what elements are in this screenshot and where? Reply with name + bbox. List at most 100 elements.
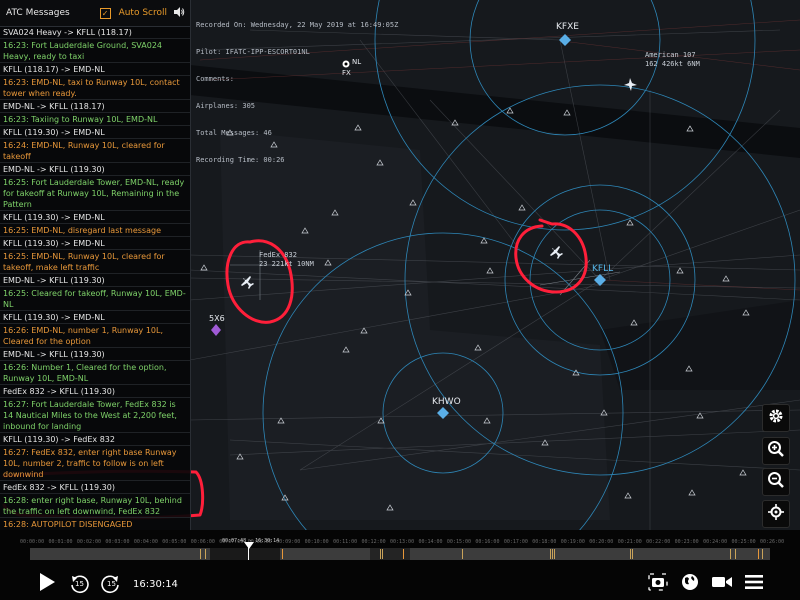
timeline-event-marker[interactable] <box>205 549 206 559</box>
atc-message: FedEx 832 -> KFLL (119.30) <box>0 385 190 398</box>
current-time: 16:30:14 <box>133 579 178 590</box>
timeline-event-marker[interactable] <box>735 549 736 559</box>
skip-back-button[interactable]: 15 <box>68 572 90 596</box>
timeline-tick-label: 00:17:00 <box>503 539 528 545</box>
atc-message: 16:25: EMD-NL, Runway 10L, cleared for t… <box>0 250 190 274</box>
atc-panel-title: ATC Messages <box>6 8 70 18</box>
atc-message: EMD-NL -> KFLL (119.30) <box>0 274 190 287</box>
auto-scroll-label: Auto Scroll <box>118 8 167 18</box>
globe-button[interactable] <box>678 572 702 596</box>
timeline-played-segment <box>210 548 280 560</box>
atc-message: 16:23: EMD-NL, taxi to Runway 10L, conta… <box>0 76 190 100</box>
timeline-event-marker[interactable] <box>550 549 551 559</box>
timeline-event-marker[interactable] <box>758 549 759 559</box>
hamburger-menu-icon <box>744 574 764 594</box>
skip-forward-15-icon: 15 <box>101 574 121 594</box>
timeline-tick-label: 00:03:00 <box>105 539 130 545</box>
atc-message-list[interactable]: SVA024 Heavy -> KFLL (118.17) 16:23: Fort… <box>0 26 190 530</box>
timeline-tick-label: 00:01:00 <box>48 539 73 545</box>
american-107-callsign: American 107 <box>645 51 696 59</box>
timeline-tick-label: 00:06:00 <box>190 539 215 545</box>
recenter-button[interactable] <box>762 500 790 528</box>
skip-back-label: 15 <box>75 580 84 588</box>
timeline-tick-label: 00:09:00 <box>276 539 301 545</box>
atc-message: EMD-NL -> KFLL (119.30) <box>0 163 190 176</box>
atc-message: KFLL (119.30) -> EMD-NL <box>0 237 190 250</box>
timeline-tick-label: 00:20:00 <box>589 539 614 545</box>
atc-message: 16:26: Number 1, Cleared for the option,… <box>0 361 190 385</box>
rec-recorded-on: Recorded On: Wednesday, 22 May 2019 at 1… <box>196 21 399 29</box>
timeline-event-marker[interactable] <box>282 549 283 559</box>
timeline-event-marker[interactable] <box>552 549 553 559</box>
video-button[interactable] <box>710 572 734 596</box>
nl-label: NL <box>352 58 362 66</box>
timeline-tick-label: 00:18:00 <box>532 539 557 545</box>
rec-comments: Comments: <box>196 75 234 83</box>
timeline-tick-label: 00:11:00 <box>333 539 358 545</box>
play-button[interactable] <box>36 572 58 596</box>
atc-message: 16:25: EMD-NL, disregard last message <box>0 224 190 237</box>
atc-message: 16:23: Fort Lauderdale Ground, SVA024 He… <box>0 39 190 63</box>
zoom-in-button[interactable] <box>762 437 790 465</box>
american-107-data: 162 426kt 6NM <box>645 60 700 68</box>
timeline-tick-label: 00:23:00 <box>674 539 699 545</box>
timeline-event-marker[interactable] <box>730 549 731 559</box>
timeline-event-marker[interactable] <box>403 549 404 559</box>
atc-message: EMD-NL -> KFLL (119.30) <box>0 348 190 361</box>
settings-button[interactable] <box>762 404 790 432</box>
timeline-event-marker[interactable] <box>554 549 555 559</box>
timeline-tick-label: 00:26:00 <box>760 539 785 545</box>
timeline-event-marker[interactable] <box>462 549 463 559</box>
screenshot-button[interactable] <box>646 572 670 596</box>
atc-message: 16:25: Fort Lauderdale Tower, EMD-NL, re… <box>0 176 190 211</box>
kfxe-label: KFXE <box>556 22 579 32</box>
atc-message: KFLL (119.30) -> FedEx 832 <box>0 433 190 446</box>
timeline-tick-label: 00:24:00 <box>703 539 728 545</box>
reporting-point-label: 5X6 <box>209 314 225 323</box>
atc-messages-panel: ATC Messages ✓ Auto Scroll SVA024 Heavy … <box>0 0 191 530</box>
timeline-tick-label: 00:10:00 <box>304 539 329 545</box>
timeline-tick-label: 00:22:00 <box>646 539 671 545</box>
timeline-event-marker[interactable] <box>630 549 631 559</box>
timeline-gap-segment <box>370 548 410 560</box>
video-camera-icon <box>711 574 733 594</box>
camera-icon <box>648 573 668 595</box>
auto-scroll-toggle[interactable]: ✓ Auto Scroll <box>99 7 167 19</box>
timeline-event-marker[interactable] <box>762 549 763 559</box>
timeline-tick-label: 00:05:00 <box>162 539 187 545</box>
timeline-tick-label: 00:25:00 <box>731 539 756 545</box>
timeline-tick-label: 00:04:00 <box>133 539 158 545</box>
timeline-tick-labels: 00:00:00 00:01:00 00:02:00 00:03:00 00:04:00… <box>20 539 784 547</box>
auto-scroll-checkbox[interactable]: ✓ <box>99 7 111 19</box>
skip-forward-label: 15 <box>107 580 116 588</box>
timeline-event-marker[interactable] <box>382 549 383 559</box>
menu-button[interactable] <box>742 572 766 596</box>
atc-message: 16:26: EMD-NL, number 1, Runway 10L, Cle… <box>0 324 190 348</box>
khwo-label: KHWO <box>432 397 461 407</box>
fx-label: FX <box>342 69 351 77</box>
zoom-out-button[interactable] <box>762 468 790 496</box>
fedex-832-data: 23 221kt 10NM <box>259 260 314 268</box>
atc-message: 16:24: EMD-NL, Runway 10L, cleared for t… <box>0 139 190 163</box>
speaker-icon[interactable] <box>173 6 185 20</box>
replay-timeline: 00:00:00 00:01:00 00:02:00 00:03:00 00:04:00… <box>0 530 800 600</box>
timeline-event-marker[interactable] <box>632 549 633 559</box>
atc-message: 16:23: Taxiing to Runway 10L, EMD-NL <box>0 113 190 126</box>
gear-icon <box>767 407 785 429</box>
atc-message: KFLL (119.30) -> EMD-NL <box>0 211 190 224</box>
skip-back-15-icon: 15 <box>69 574 89 594</box>
timeline-event-marker[interactable] <box>200 549 201 559</box>
timeline-tick-label: 00:13:00 <box>390 539 415 545</box>
globe-icon <box>680 572 700 596</box>
zoom-out-icon <box>767 471 785 493</box>
atc-message: EMD-NL -> KFLL (118.17) <box>0 100 190 113</box>
atc-message: KFLL (119.30) -> EMD-NL <box>0 311 190 324</box>
timeline-track[interactable] <box>30 548 770 560</box>
timeline-tick-label: 00:16:00 <box>475 539 500 545</box>
timeline-event-marker[interactable] <box>380 549 381 559</box>
skip-forward-button[interactable]: 15 <box>100 572 122 596</box>
atc-message: 16:27: Fort Lauderdale Tower, FedEx 832 … <box>0 398 190 433</box>
atc-message: KFLL (119.30) -> EMD-NL <box>0 126 190 139</box>
atc-message: 16:25: Cleared for takeoff, Runway 10L, … <box>0 287 190 311</box>
kfll-label: KFLL <box>592 264 614 274</box>
